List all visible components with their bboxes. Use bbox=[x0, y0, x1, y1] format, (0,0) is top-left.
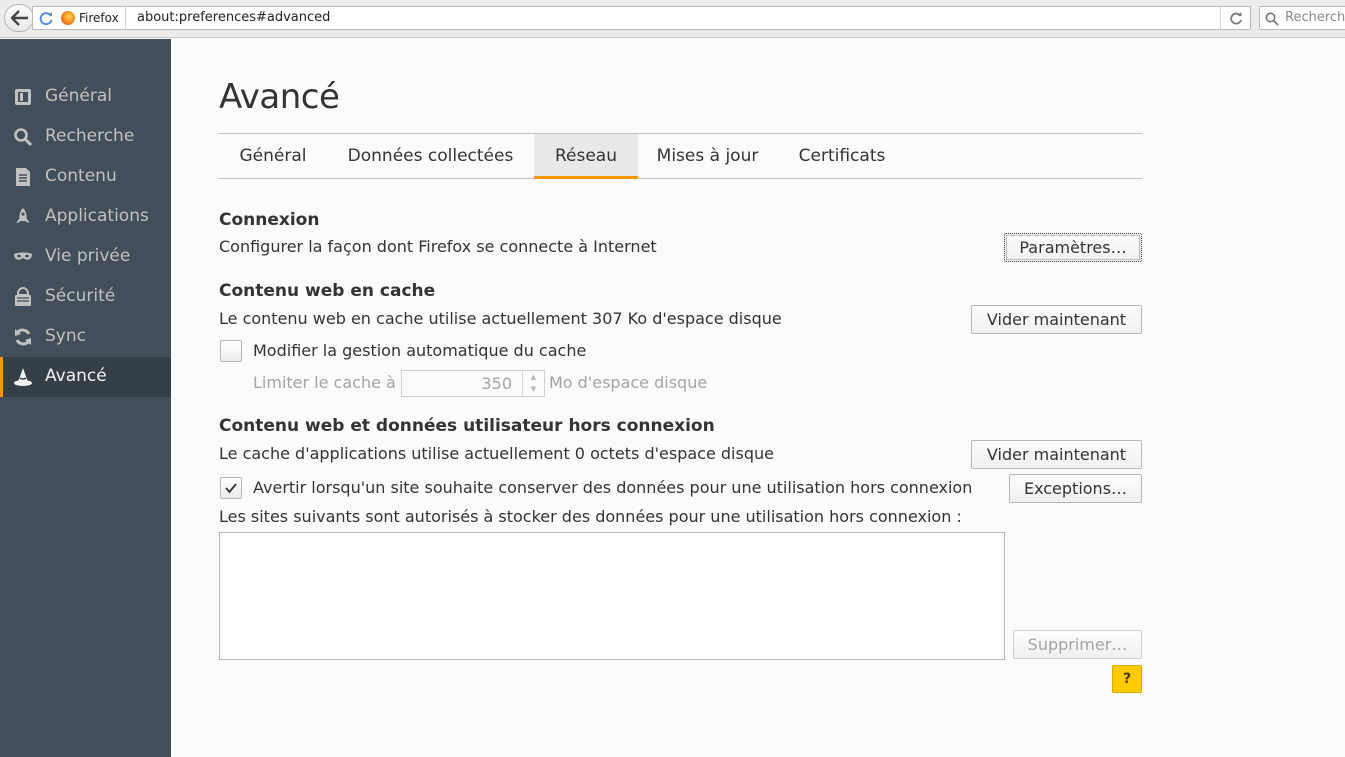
tab-general[interactable]: Général bbox=[219, 134, 327, 179]
offline-sites-label: Les sites suivants sont autorisés à stoc… bbox=[219, 507, 962, 526]
connection-settings-button[interactable]: Paramètres… bbox=[1004, 233, 1142, 262]
offline-sites-list[interactable] bbox=[219, 532, 1005, 660]
checkmark-icon bbox=[225, 483, 237, 494]
categories-sidebar: Général Recherche Contenu Applications V… bbox=[0, 39, 171, 757]
cache-description: Le contenu web en cache utilise actuelle… bbox=[219, 309, 782, 328]
applications-icon bbox=[16, 208, 30, 223]
url-text[interactable]: about:preferences#advanced bbox=[137, 10, 330, 25]
tab-certificates[interactable]: Certificats bbox=[777, 134, 907, 179]
reload-button[interactable] bbox=[1220, 7, 1250, 29]
cache-size-spinbox: 350 ▲ ▼ bbox=[401, 370, 545, 397]
magnifier-icon bbox=[1265, 12, 1279, 26]
cache-heading: Contenu web en cache bbox=[219, 281, 436, 301]
sidebar-item-label: Contenu bbox=[45, 166, 117, 186]
privacy-mask-icon bbox=[14, 252, 32, 260]
search-bar[interactable]: Recherche bbox=[1259, 6, 1345, 30]
override-cache-label[interactable]: Modifier la gestion automatique du cache bbox=[253, 341, 586, 360]
sidebar-item-applications[interactable]: Applications bbox=[0, 197, 171, 237]
cache-limit-unit: Mo d'espace disque bbox=[549, 373, 708, 392]
sidebar-item-privacy[interactable]: Vie privée bbox=[0, 237, 171, 277]
sidebar-item-content[interactable]: Contenu bbox=[0, 157, 171, 197]
page-title: Avancé bbox=[219, 77, 340, 117]
sidebar-item-advanced[interactable]: Avancé bbox=[0, 357, 171, 397]
clear-cache-button[interactable]: Vider maintenant bbox=[971, 305, 1142, 334]
sidebar-item-label: Applications bbox=[45, 206, 149, 226]
identity-label: Firefox bbox=[79, 11, 119, 25]
content-icon bbox=[16, 168, 30, 186]
sidebar-item-label: Avancé bbox=[45, 366, 107, 386]
sidebar-item-sync[interactable]: Sync bbox=[0, 317, 171, 357]
search-icon bbox=[14, 128, 33, 147]
offline-description: Le cache d'applications utilise actuelle… bbox=[219, 444, 774, 463]
offline-heading: Contenu web et données utilisateur hors … bbox=[219, 416, 715, 436]
override-cache-checkbox[interactable] bbox=[220, 340, 242, 362]
url-bar[interactable]: Firefox about:preferences#advanced bbox=[32, 6, 1251, 30]
offline-exceptions-button[interactable]: Exceptions… bbox=[1009, 474, 1142, 503]
identity-box[interactable]: Firefox bbox=[61, 7, 126, 29]
offline-notify-label[interactable]: Avertir lorsqu'un site souhaite conserve… bbox=[253, 478, 972, 497]
sidebar-item-label: Sync bbox=[45, 326, 86, 346]
sync-icon bbox=[15, 328, 31, 346]
security-icon bbox=[15, 287, 31, 306]
sidebar-item-label: Sécurité bbox=[45, 286, 116, 306]
spin-up-icon: ▲ bbox=[530, 373, 537, 381]
preferences-pane: Avancé Général Données collectées Réseau… bbox=[171, 39, 1345, 757]
connection-description: Configurer la façon dont Firefox se conn… bbox=[219, 237, 657, 256]
back-button[interactable] bbox=[4, 4, 34, 32]
search-placeholder: Recherche bbox=[1285, 10, 1345, 25]
spin-down-icon: ▼ bbox=[530, 385, 537, 393]
cache-size-value: 350 bbox=[481, 374, 512, 393]
reload-icon bbox=[1230, 12, 1242, 25]
tab-bar: Général Données collectées Réseau Mises … bbox=[219, 133, 1142, 179]
offline-notify-checkbox[interactable] bbox=[220, 477, 242, 499]
general-icon bbox=[15, 89, 31, 105]
sidebar-item-security[interactable]: Sécurité bbox=[0, 277, 171, 317]
sidebar-item-label: Général bbox=[45, 86, 112, 106]
advanced-wizard-hat-icon bbox=[14, 368, 32, 386]
sidebar-item-label: Vie privée bbox=[45, 246, 131, 266]
help-button[interactable]: ? bbox=[1112, 665, 1142, 693]
spin-arrows: ▲ ▼ bbox=[522, 371, 544, 396]
sidebar-item-general[interactable]: Général bbox=[0, 77, 171, 117]
navigation-toolbar: Firefox about:preferences#advanced Reche… bbox=[0, 0, 1345, 38]
reload-icon[interactable] bbox=[38, 10, 54, 26]
firefox-logo-icon bbox=[61, 11, 75, 25]
connection-heading: Connexion bbox=[219, 210, 320, 230]
back-arrow-icon bbox=[11, 10, 28, 26]
clear-offline-button[interactable]: Vider maintenant bbox=[971, 440, 1142, 469]
cache-limit-label: Limiter le cache à bbox=[253, 373, 396, 392]
tab-network[interactable]: Réseau bbox=[534, 134, 638, 179]
remove-offline-site-button: Supprimer… bbox=[1013, 630, 1142, 659]
tab-update[interactable]: Mises à jour bbox=[638, 134, 777, 179]
sidebar-item-search[interactable]: Recherche bbox=[0, 117, 171, 157]
tab-data-choices[interactable]: Données collectées bbox=[327, 134, 534, 179]
sidebar-item-label: Recherche bbox=[45, 126, 135, 146]
